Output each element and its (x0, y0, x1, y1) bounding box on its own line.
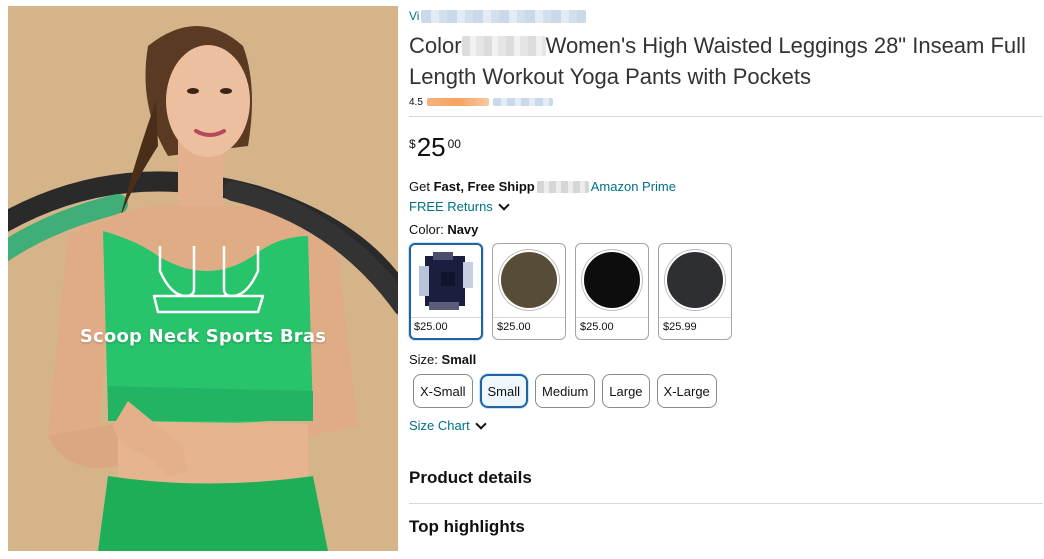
chevron-down-icon[interactable] (475, 418, 487, 430)
divider (409, 503, 1043, 504)
rating-count-redacted[interactable] (492, 98, 553, 106)
size-button-small[interactable]: Small (479, 374, 529, 408)
swatch-color-circle (582, 250, 642, 310)
swatch-image (576, 244, 648, 316)
product-info-column: Vi Color Women's High Waisted Leggings 28… (409, 8, 1043, 539)
amazon-prime-link[interactable]: Amazon Prime (591, 178, 676, 196)
swatch-separator (411, 317, 481, 318)
brand-label[interactable]: Vi (409, 9, 419, 23)
brand-redacted (421, 9, 587, 23)
star-rating-icon[interactable] (426, 98, 489, 106)
product-title: Color Women's High Waisted Leggings 28" I… (409, 30, 1043, 92)
free-returns-link[interactable]: FREE Returns (409, 198, 1043, 216)
swatch-color-circle (665, 250, 725, 310)
shipping-info: Get Fast, Free Shipp Amazon Prime (409, 178, 1043, 196)
color-label: Color: (409, 222, 444, 237)
color-swatches: $25.00 $25.00 $25.00 $25.99 (409, 243, 1043, 340)
color-swatch-navy[interactable]: $25.00 (409, 243, 483, 340)
size-chart-link[interactable]: Size Chart (409, 417, 1043, 435)
product-main-image[interactable]: Scoop Neck Sports Bras (8, 6, 398, 551)
price: $ 25 00 (409, 134, 1043, 164)
size-label: Size: (409, 352, 438, 367)
shipping-fast-free: Fast, Free Shipp (433, 179, 535, 194)
rating-value: 4.5 (409, 96, 423, 108)
swatch-price: $25.00 (414, 321, 448, 333)
swatch-image (493, 244, 565, 316)
title-prefix: Color (409, 33, 462, 58)
swatch-separator (576, 317, 648, 318)
shipping-get: Get (409, 179, 430, 194)
product-details-heading[interactable]: Product details (409, 468, 1043, 490)
shipping-redacted (536, 181, 589, 193)
divider (409, 116, 1043, 117)
size-button-x-large[interactable]: X-Large (656, 374, 717, 408)
model-photo (8, 6, 398, 551)
free-returns-label[interactable]: FREE Returns (409, 198, 493, 216)
color-selected-value: Navy (447, 222, 479, 237)
swatch-pixelated-icon (419, 252, 473, 310)
rating-row[interactable]: 4.5 (409, 95, 1043, 109)
swatch-price: $25.99 (663, 321, 697, 333)
brand-store-link[interactable]: Vi (409, 8, 1043, 24)
size-label-row: Size: Small (409, 351, 1043, 369)
swatch-price: $25.00 (497, 321, 531, 333)
chevron-down-icon[interactable] (498, 199, 510, 211)
color-swatch-black[interactable]: $25.00 (575, 243, 649, 340)
color-swatch-charcoal[interactable]: $25.99 (658, 243, 732, 340)
price-symbol: $ (409, 137, 416, 151)
swatch-separator (493, 317, 565, 318)
swatch-price: $25.00 (580, 321, 614, 333)
size-button-medium[interactable]: Medium (535, 374, 596, 408)
swatch-color-circle (499, 250, 559, 310)
swatch-image (411, 245, 481, 317)
size-selected-value: Small (441, 352, 477, 367)
size-button-large[interactable]: Large (602, 374, 650, 408)
swatch-image (659, 244, 731, 316)
swatch-separator (659, 317, 731, 318)
price-fraction: 00 (447, 137, 461, 151)
color-swatch-olive[interactable]: $25.00 (492, 243, 566, 340)
size-button-x-small[interactable]: X-Small (413, 374, 473, 408)
title-redacted (461, 36, 546, 56)
product-page: Scoop Neck Sports Bras Vi Color Women's H… (0, 0, 1044, 559)
top-highlights-heading[interactable]: Top highlights (409, 517, 1043, 539)
color-label-row: Color: Navy (409, 221, 1043, 239)
price-whole: 25 (416, 132, 446, 162)
size-chart-label[interactable]: Size Chart (409, 417, 470, 435)
size-options: X-Small Small Medium Large X-Large (413, 374, 1043, 408)
image-overlay-label: Scoop Neck Sports Bras (79, 326, 327, 347)
